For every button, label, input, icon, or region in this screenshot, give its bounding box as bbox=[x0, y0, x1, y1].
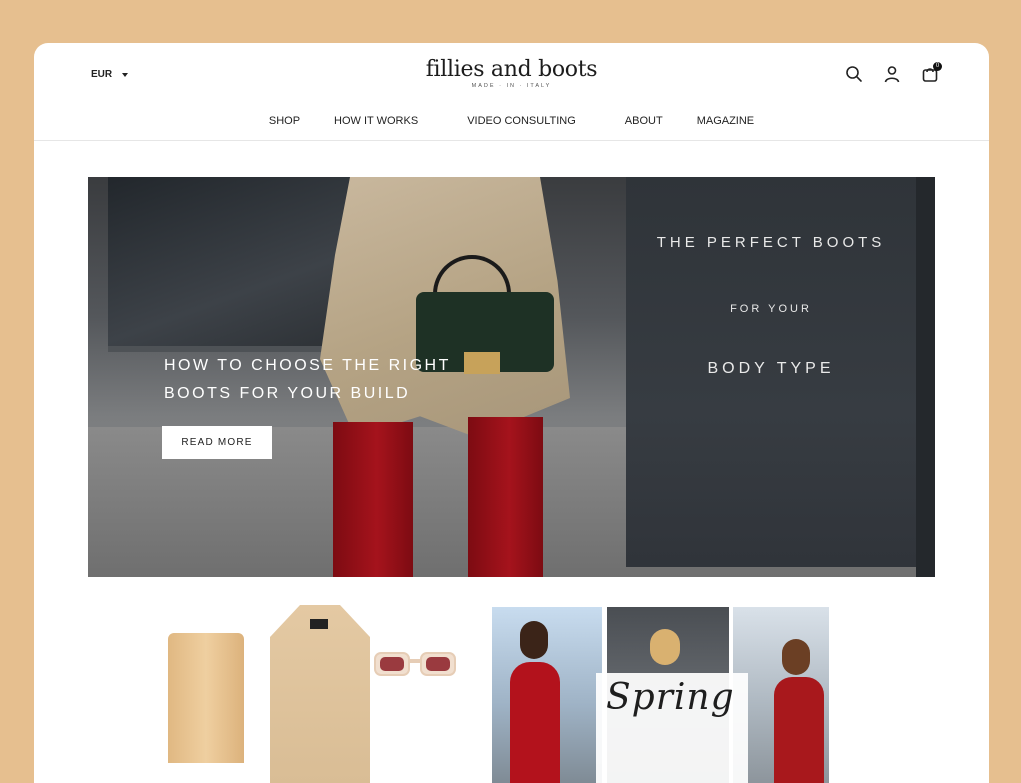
wall-text-line3: BODY TYPE bbox=[707, 360, 835, 377]
cart-count-badge: 0 bbox=[933, 62, 942, 71]
nav-item-how-it-works[interactable]: HOW IT WORKS bbox=[334, 115, 418, 127]
nav-item-video-consulting[interactable]: VIDEO CONSULTING bbox=[467, 115, 576, 127]
header-divider bbox=[34, 140, 989, 141]
read-more-button[interactable]: READ MORE bbox=[162, 426, 272, 459]
hero-banner: HOW TO CHOOSE THE RIGHT BOOTS FOR YOUR B… bbox=[88, 177, 935, 577]
model-1-head bbox=[520, 621, 548, 659]
header-actions: 0 bbox=[845, 62, 942, 83]
outfit-teaser[interactable] bbox=[168, 605, 468, 783]
nav-item-magazine[interactable]: MAGAZINE bbox=[697, 115, 754, 127]
hero-red-boot-right bbox=[468, 417, 543, 577]
cart-icon[interactable]: 0 bbox=[921, 62, 942, 83]
blazer-label bbox=[310, 619, 328, 629]
search-icon[interactable] bbox=[845, 65, 863, 83]
hero-edge bbox=[916, 177, 935, 577]
account-icon[interactable] bbox=[883, 65, 901, 83]
main-nav: SHOP HOW IT WORKS VIDEO CONSULTING ABOUT… bbox=[34, 115, 989, 127]
wall-text-line1: THE PERFECT BOOTS bbox=[656, 234, 886, 251]
model-3-floral-dress bbox=[774, 677, 824, 783]
model-3-head bbox=[782, 639, 810, 675]
spring-collage[interactable]: Spring bbox=[492, 607, 829, 783]
hero-red-boot-left bbox=[333, 422, 413, 577]
logo-tagline: MADE · IN · ITALY bbox=[471, 83, 552, 89]
collage-title: Spring bbox=[606, 677, 735, 718]
model-1-red-dress bbox=[510, 662, 560, 783]
model-2-head bbox=[650, 629, 680, 665]
nav-item-about[interactable]: ABOUT bbox=[625, 115, 663, 127]
hero-headline: HOW TO CHOOSE THE RIGHT BOOTS FOR YOUR B… bbox=[164, 352, 494, 408]
hero-headline-line2: BOOTS FOR YOUR BUILD bbox=[164, 385, 411, 402]
beige-skirt-image bbox=[168, 633, 244, 763]
beige-blazer-image bbox=[270, 605, 370, 783]
wall-text-line2: FOR YOUR bbox=[730, 303, 812, 315]
nav-item-shop[interactable]: SHOP bbox=[269, 115, 300, 127]
sunglasses-image bbox=[374, 652, 456, 676]
hero-headline-line1: HOW TO CHOOSE THE RIGHT bbox=[164, 357, 451, 374]
